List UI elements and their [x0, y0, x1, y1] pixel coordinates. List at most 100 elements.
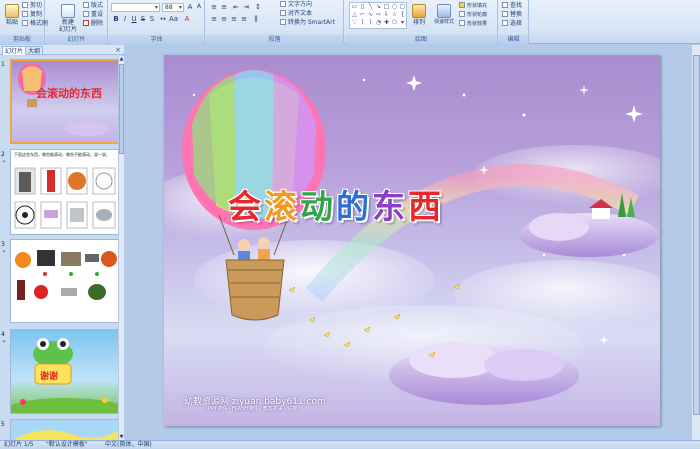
right-brace-shape-icon[interactable]: ) — [367, 20, 374, 26]
font-color-icon[interactable]: A — [183, 15, 191, 23]
slide-3-preview — [11, 240, 121, 322]
replace-button[interactable]: 替换 — [502, 11, 522, 19]
right-arrow-shape-icon[interactable]: ⇨ — [375, 12, 382, 18]
justify-icon[interactable]: ≡ — [240, 15, 248, 23]
slide-thumbnail-1[interactable]: 会滚动的东西 — [10, 59, 122, 144]
numbering-icon[interactable]: ≡ — [220, 3, 228, 11]
delete-icon — [83, 20, 89, 26]
slide-thumbnail-4[interactable]: 谢谢 — [10, 329, 122, 414]
heart-shape-icon[interactable]: ♡ — [351, 20, 358, 26]
thumbnail-scrollbar[interactable]: ▲ ▼ — [118, 56, 124, 440]
line-spacing-icon[interactable]: ↕ — [254, 3, 262, 11]
shape-outline-button[interactable]: 形状轮廓 — [459, 11, 487, 19]
rectangle-shape-icon[interactable]: □ — [383, 4, 390, 10]
textbox-vertical-shape-icon[interactable]: ▯ — [359, 4, 366, 10]
star-shape-icon[interactable]: ☆ — [391, 12, 398, 18]
char-spacing-icon[interactable]: ↔ — [159, 15, 167, 23]
align-text-button[interactable]: 对齐文本 — [280, 10, 312, 18]
scroll-up-icon[interactable]: ▲ — [119, 56, 124, 62]
paste-button[interactable]: 粘贴 — [1, 1, 23, 35]
select-label: 选择 — [510, 20, 523, 27]
copy-button[interactable]: 复制 — [22, 11, 42, 19]
bold-icon[interactable]: B — [112, 15, 120, 23]
font-name-combo[interactable] — [111, 3, 160, 12]
format-painter-button[interactable]: 格式刷 — [22, 20, 48, 28]
find-button[interactable]: 查找 — [502, 2, 522, 10]
underline-icon[interactable]: U — [130, 15, 138, 23]
slide-thumbnail-3[interactable] — [10, 239, 122, 323]
tab-outline[interactable]: 大纲 — [25, 46, 44, 55]
text-direction-button[interactable]: 文字方向 — [280, 1, 312, 9]
align-right-icon[interactable]: ≡ — [230, 15, 238, 23]
shapes-gallery[interactable]: ▭ ▯ ╲ ↘ □ ○ ▢ △ ⌐ ∿ ⇨ ⇩ ☆ { ♡ ( ) ◔ ✚ ⬠ … — [349, 2, 407, 29]
increase-indent-icon[interactable]: ⇥ — [242, 3, 250, 11]
layout-button[interactable]: 版式 — [83, 2, 103, 10]
select-button[interactable]: 选择 — [502, 20, 522, 28]
quick-styles-button[interactable]: 快速样式 — [430, 1, 458, 35]
bullets-icon[interactable]: ≡ — [210, 3, 218, 11]
text-direction-icon — [280, 1, 286, 7]
callout-shape-icon[interactable]: ◔ — [375, 20, 382, 26]
shrink-font-icon[interactable]: A — [195, 3, 203, 11]
arrow-shape-icon[interactable]: ↘ — [375, 4, 382, 10]
slide-number-5: 5 — [1, 421, 5, 428]
slide-thumbnail-5[interactable] — [10, 419, 122, 440]
ribbon: 粘贴 剪切 复制 格式刷 剪贴板 新建 幻灯片 版式 重设 删除 幻灯片 88 … — [0, 0, 700, 44]
slide-scrollbar-thumb[interactable] — [693, 55, 700, 415]
slide-scrollbar[interactable] — [691, 45, 700, 440]
columns-icon[interactable]: ⫼ — [252, 15, 260, 23]
left-brace-shape-icon[interactable]: ( — [359, 20, 366, 26]
slide-1-preview: 会滚动的东西 — [12, 61, 120, 142]
slide-thumbnails-pane: 幻灯片 大纲 × 1 会滚动的东西 2 ✦ 下面这些东西，哪些能滚动，哪些不能滚… — [0, 45, 124, 440]
more-shapes-icon[interactable]: ▾ — [399, 20, 406, 26]
font-size-combo[interactable]: 88 — [162, 3, 184, 12]
animation-star-icon: ✦ — [2, 159, 7, 165]
slide-thumbnail-2[interactable]: 下面这些东西，哪些能滚动，哪些不能滚动，说一说。 — [10, 149, 122, 235]
shape-effects-button[interactable]: 形状效果 — [459, 20, 487, 28]
triangle-shape-icon[interactable]: △ — [351, 12, 358, 18]
align-center-icon[interactable]: ≡ — [220, 15, 228, 23]
arrange-button[interactable]: 排列 — [409, 1, 429, 35]
clipboard-group: 粘贴 剪切 复制 格式刷 剪贴板 — [0, 0, 48, 44]
slide-2-preview — [14, 167, 116, 229]
strikethrough-icon[interactable]: S — [139, 15, 147, 23]
rounded-rect-shape-icon[interactable]: ▢ — [399, 4, 406, 10]
editing-group: 查找 替换 选择 编辑 — [499, 0, 529, 44]
convert-smartart-button[interactable]: 转换为 SmartArt — [280, 19, 335, 27]
align-left-icon[interactable]: ≡ — [210, 15, 218, 23]
shape-fill-button[interactable]: 形状填充 — [459, 2, 487, 10]
slide-title[interactable]: 会滚动的东西 — [228, 189, 444, 225]
change-case-icon[interactable]: Aa — [169, 15, 178, 23]
quick-styles-icon — [437, 4, 451, 18]
curve-shape-icon[interactable]: ∿ — [367, 12, 374, 18]
cross-shape-icon[interactable]: ✚ — [383, 20, 390, 26]
convert-smartart-label: 转换为 SmartArt — [288, 19, 335, 26]
new-slide-button[interactable]: 新建 幻灯片 — [56, 1, 80, 35]
textbox-shape-icon[interactable]: ▭ — [351, 4, 358, 10]
tab-slides[interactable]: 幻灯片 — [2, 46, 27, 55]
shadow-icon[interactable]: S — [148, 15, 156, 23]
close-icon[interactable]: × — [115, 46, 121, 54]
pentagon-shape-icon[interactable]: ⬠ — [391, 20, 398, 26]
grow-font-icon[interactable]: A — [186, 3, 194, 11]
slide-count-status: 幻灯片 1/5 — [4, 441, 34, 448]
decrease-indent-icon[interactable]: ⇤ — [232, 3, 240, 11]
down-arrow-shape-icon[interactable]: ⇩ — [383, 12, 390, 18]
scrollbar-thumb[interactable] — [119, 64, 124, 154]
brace-shape-icon[interactable]: { — [399, 12, 406, 18]
elbow-shape-icon[interactable]: ⌐ — [359, 12, 366, 18]
reset-button[interactable]: 重设 — [83, 11, 103, 19]
current-slide[interactable]: 会滚动的东西 幼教资源网 ziyuan.baby611.com PPT课件 · … — [164, 55, 660, 426]
binoculars-icon — [502, 2, 508, 8]
find-label: 查找 — [510, 2, 523, 9]
replace-label: 替换 — [510, 11, 523, 18]
align-text-icon — [280, 10, 286, 16]
oval-shape-icon[interactable]: ○ — [391, 4, 398, 10]
line-shape-icon[interactable]: ╲ — [367, 4, 374, 10]
smartart-icon — [280, 19, 286, 25]
new-slide-label: 新建 幻灯片 — [58, 19, 77, 33]
italic-icon[interactable]: I — [121, 15, 129, 23]
title-char-4: 的 — [336, 187, 369, 226]
delete-button[interactable]: 删除 — [83, 20, 103, 28]
cut-button[interactable]: 剪切 — [22, 2, 42, 10]
